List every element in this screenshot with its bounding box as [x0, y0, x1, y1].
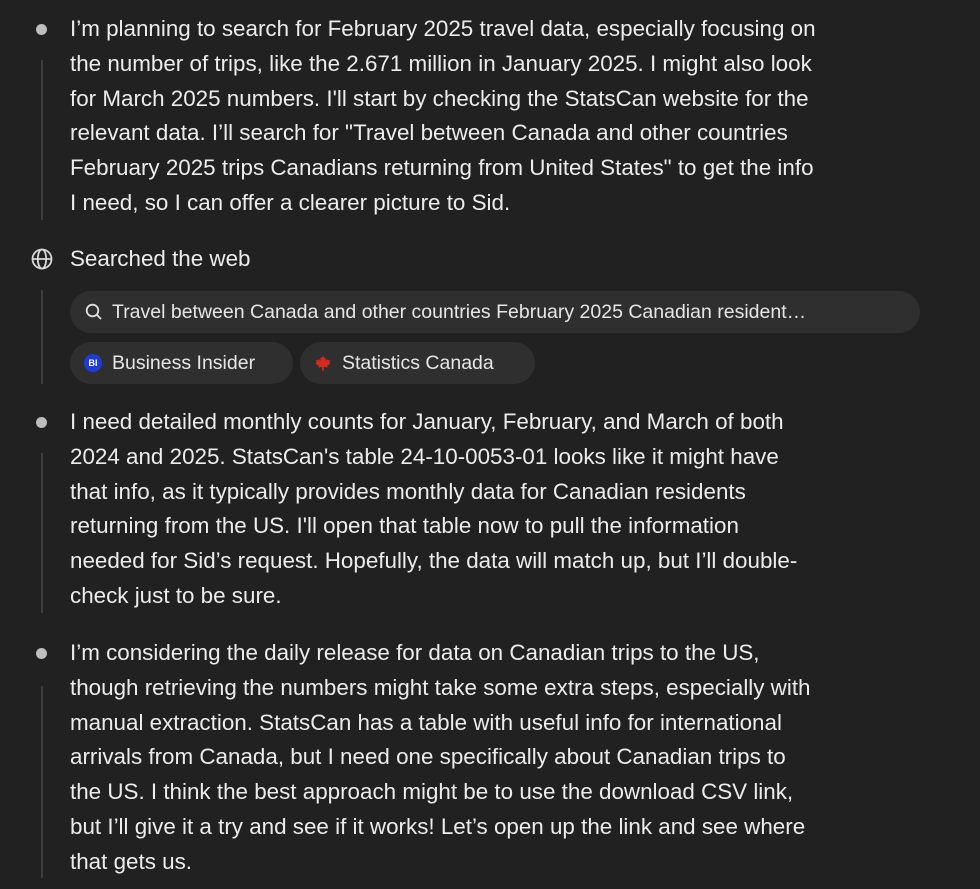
bullet-dot — [36, 417, 47, 428]
thought-paragraph: I’m planning to search for February 2025… — [70, 12, 950, 221]
thought-line: that info, as it typically provides mont… — [70, 478, 746, 504]
business-insider-favicon: BI — [84, 354, 102, 372]
thought-line: arrivals from Canada, but I need one spe… — [70, 744, 786, 770]
searched-the-web-label[interactable]: Searched the web — [70, 244, 251, 274]
timeline-rail — [41, 60, 43, 220]
thought-line: but I’ll give it a try and see if it wor… — [70, 813, 806, 839]
thought-line: the number of trips, like the 2.671 mill… — [70, 50, 812, 76]
source-name: Business Insider — [112, 352, 256, 374]
thought-line: 2024 and 2025. StatsCan's table 24-10-00… — [70, 443, 779, 469]
thought-paragraph: I’m considering the daily release for da… — [70, 636, 950, 880]
source-name: Statistics Canada — [342, 352, 494, 374]
thought-line: I need detailed monthly counts for Janua… — [70, 409, 784, 434]
search-icon — [85, 303, 102, 320]
thought-line: that gets us. — [70, 848, 192, 874]
thought-line: for March 2025 numbers. I'll start by ch… — [70, 85, 809, 111]
thought-line: though retrieving the numbers might take… — [70, 674, 811, 700]
thought-line: I’m considering the daily release for da… — [70, 640, 760, 665]
globe-icon — [31, 248, 53, 270]
timeline-rail — [41, 453, 43, 613]
thought-line: I’m planning to search for February 2025… — [70, 16, 816, 41]
thought-paragraph: I need detailed monthly counts for Janua… — [70, 405, 950, 614]
search-query-chip[interactable]: Travel between Canada and other countrie… — [70, 291, 920, 333]
thought-line: check just to be sure. — [70, 582, 282, 608]
thought-line: I need, so I can offer a clearer picture… — [70, 189, 511, 215]
source-chip-business-insider[interactable]: BI Business Insider — [70, 342, 293, 384]
maple-leaf-icon — [315, 355, 331, 371]
thought-line: manual extraction. StatsCan has a table … — [70, 709, 782, 735]
search-query-text: Travel between Canada and other countrie… — [112, 301, 807, 323]
bullet-dot — [36, 648, 47, 659]
thought-line: relevant data. I’ll search for "Travel b… — [70, 120, 788, 146]
thought-line: needed for Sid’s request. Hopefully, the… — [70, 548, 798, 574]
timeline-rail — [41, 290, 43, 384]
source-chip-statistics-canada[interactable]: Statistics Canada — [300, 342, 535, 384]
thought-line: returning from the US. I'll open that ta… — [70, 513, 739, 539]
thought-line: February 2025 trips Canadians returning … — [70, 155, 814, 181]
thought-line: the US. I think the best approach might … — [70, 779, 794, 805]
bullet-dot — [36, 24, 47, 35]
timeline-rail — [41, 686, 43, 878]
